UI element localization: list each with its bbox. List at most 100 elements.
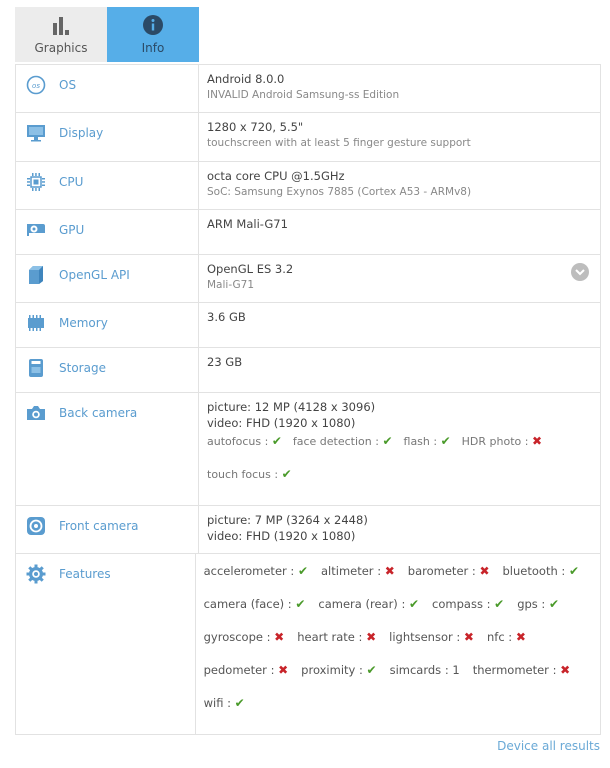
expand-chevron-icon[interactable] [571, 263, 589, 281]
feature-wifi: wifi : ✔ [203, 695, 245, 710]
feature-altimeter: altimeter : ✖ [321, 563, 395, 578]
check-icon: ✔ [568, 563, 579, 578]
row-label: Memory [59, 316, 108, 330]
storage-value: 23 GB [207, 355, 243, 369]
os-edition: INVALID Android Samsung-ss Edition [207, 89, 400, 101]
row-label: Back camera [59, 406, 138, 420]
feature-simcards: simcards : 1 [389, 662, 460, 677]
feature-bluetooth: bluetooth : ✔ [502, 563, 580, 578]
cross-icon: ✖ [274, 629, 285, 644]
feature-nfc: nfc : ✖ [486, 629, 526, 644]
cross-icon: ✖ [531, 434, 543, 448]
sd-card-icon [26, 358, 46, 378]
simcards-count: 1 [452, 662, 460, 677]
check-icon: ✔ [440, 434, 451, 448]
check-icon: ✔ [234, 695, 245, 710]
row-gpu: GPU ARM Mali-G71 [16, 210, 600, 255]
opengl-version: OpenGL ES 3.2 [207, 262, 294, 276]
flag-autofocus: autofocus : ✔ [207, 434, 282, 448]
features-line: gyroscope : ✖ heart rate : ✖ lightsensor… [204, 620, 592, 653]
features-line: wifi : ✔ [204, 686, 592, 719]
device-all-results-link[interactable]: Device all results [497, 739, 600, 753]
row-memory: Memory 3.6 GB [16, 303, 600, 348]
tab-info[interactable]: Info [107, 7, 199, 62]
memory-value: 3.6 GB [207, 310, 246, 324]
check-icon: ✔ [382, 434, 393, 448]
back-camera-video: video: FHD (1920 x 1080) [207, 416, 356, 430]
flag-touch-focus: touch focus : ✔ [207, 467, 292, 481]
row-label: OS [59, 78, 77, 92]
tab-graphics[interactable]: Graphics [15, 7, 107, 62]
front-camera-picture: picture: 7 MP (3264 x 2448) [207, 513, 368, 527]
feature-camera-rear: camera (rear) : ✔ [318, 596, 420, 611]
os-icon: os [26, 75, 46, 95]
graphics-card-icon [26, 220, 46, 240]
gpu-name: ARM Mali-G71 [207, 217, 288, 231]
row-storage: Storage 23 GB [16, 348, 600, 393]
row-display: Display 1280 x 720, 5.5" touchscreen wit… [16, 113, 600, 162]
feature-compass: compass : ✔ [432, 596, 505, 611]
opengl-renderer: Mali-G71 [207, 279, 254, 291]
row-cpu: CPU octa core CPU @1.5GHz SoC: Samsung E… [16, 162, 600, 210]
back-camera-flags-2: touch focus : ✔ [207, 467, 592, 481]
cube-icon [26, 265, 46, 285]
row-label: CPU [59, 175, 84, 189]
cpu-cores: octa core CPU @1.5GHz [207, 169, 345, 183]
feature-gps: gps : ✔ [517, 596, 560, 611]
feature-heart-rate: heart rate : ✖ [297, 629, 377, 644]
display-resolution: 1280 x 720, 5.5" [207, 120, 304, 134]
check-icon: ✔ [408, 596, 420, 611]
feature-gyroscope: gyroscope : ✖ [203, 629, 285, 644]
check-icon: ✔ [281, 467, 292, 481]
row-os: os OS Android 8.0.0 INVALID Android Sams… [16, 65, 600, 113]
row-label: Front camera [59, 519, 139, 533]
feature-barometer: barometer : ✖ [407, 563, 490, 578]
features-line: camera (face) : ✔ camera (rear) : ✔ comp… [204, 587, 592, 620]
tab-graphics-label: Graphics [34, 41, 88, 55]
cpu-soc: SoC: Samsung Exynos 7885 (Cortex A53 - A… [207, 186, 472, 198]
display-touch: touchscreen with at least 5 finger gestu… [207, 137, 471, 149]
memory-icon [26, 313, 46, 333]
check-icon: ✔ [548, 596, 560, 611]
features-line: accelerometer : ✔ altimeter : ✖ baromete… [204, 554, 592, 587]
check-icon: ✔ [494, 596, 505, 611]
front-camera-icon [26, 516, 46, 536]
row-label: OpenGL API [59, 268, 130, 282]
check-icon: ✔ [271, 434, 282, 448]
row-label: Storage [59, 361, 106, 375]
cross-icon: ✖ [479, 563, 490, 578]
back-camera-flags: autofocus : ✔ face detection : ✔ flash :… [207, 433, 592, 450]
cross-icon: ✖ [463, 629, 474, 644]
front-camera-video: video: FHD (1920 x 1080) [207, 529, 356, 543]
feature-lightsensor: lightsensor : ✖ [389, 629, 474, 644]
os-version: Android 8.0.0 [207, 72, 285, 86]
tab-info-label: Info [141, 41, 165, 55]
bar-chart-icon [52, 15, 70, 35]
chip-icon [26, 172, 46, 192]
cross-icon: ✖ [515, 629, 526, 644]
flag-face-detection: face detection : ✔ [292, 434, 393, 448]
feature-pedometer: pedometer : ✖ [203, 662, 289, 677]
feature-thermometer: thermometer : ✖ [472, 662, 571, 677]
monitor-icon [26, 123, 46, 143]
row-label: Display [59, 126, 104, 140]
tab-bar: Graphics Info [15, 7, 199, 62]
check-icon: ✔ [297, 563, 308, 578]
cross-icon: ✖ [278, 662, 289, 677]
row-label: Features [59, 567, 111, 581]
row-back-camera: Back camera picture: 12 MP (4128 x 3096)… [16, 393, 600, 506]
device-info-table: os OS Android 8.0.0 INVALID Android Sams… [15, 64, 601, 735]
row-opengl: OpenGL API OpenGL ES 3.2 Mali-G71 [16, 255, 600, 303]
features-line: pedometer : ✖ proximity : ✔ simcards : 1… [204, 653, 592, 686]
gear-icon [26, 564, 46, 584]
back-camera-picture: picture: 12 MP (4128 x 3096) [207, 400, 376, 414]
feature-proximity: proximity : ✔ [301, 662, 377, 677]
cross-icon: ✖ [366, 629, 377, 644]
feature-camera-face: camera (face) : ✔ [203, 596, 306, 611]
check-icon: ✔ [295, 596, 306, 611]
cross-icon: ✖ [384, 563, 395, 578]
feature-accelerometer: accelerometer : ✔ [203, 563, 308, 578]
row-front-camera: Front camera picture: 7 MP (3264 x 2448)… [16, 506, 600, 554]
check-icon: ✔ [366, 662, 377, 677]
info-icon [143, 15, 163, 35]
